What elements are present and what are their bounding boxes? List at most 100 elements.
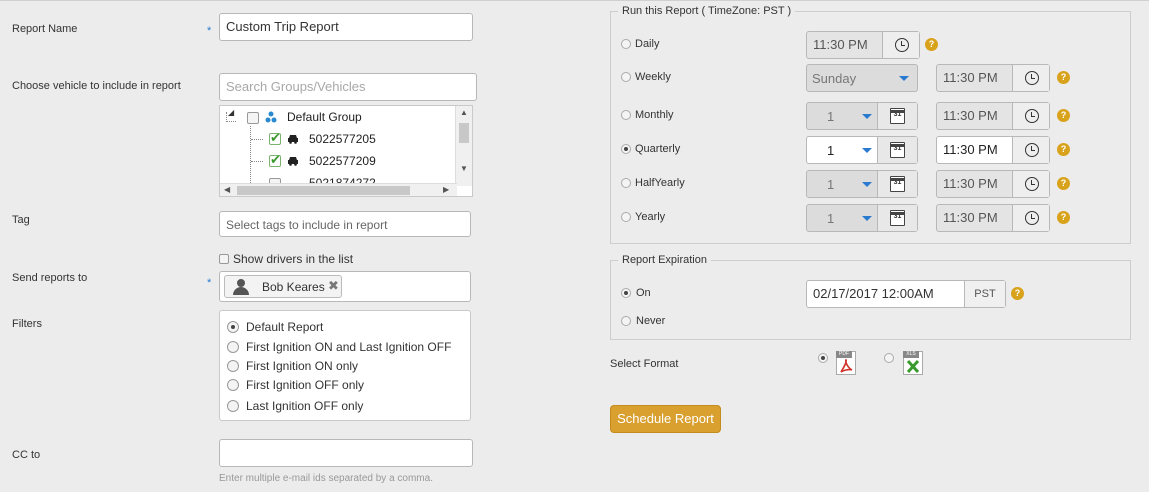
- yearly-day-select[interactable]: 1 31: [806, 204, 918, 232]
- chevron-down-icon: [862, 148, 872, 153]
- cc-input[interactable]: [219, 439, 473, 467]
- scroll-thumb[interactable]: [459, 123, 469, 143]
- daily-radio[interactable]: [621, 39, 631, 49]
- filter-radio[interactable]: [227, 341, 239, 353]
- yearly-label[interactable]: Yearly: [635, 211, 665, 223]
- select-format-label: Select Format: [610, 358, 679, 370]
- halfyearly-day-select[interactable]: 1 31: [806, 170, 918, 198]
- scroll-right-icon[interactable]: ▶: [443, 185, 449, 194]
- remove-chip-icon[interactable]: ✖: [328, 278, 339, 294]
- expiration-never-radio[interactable]: [621, 316, 631, 326]
- schedule-report-button[interactable]: Schedule Report: [610, 405, 721, 433]
- halfyearly-radio[interactable]: [621, 178, 631, 188]
- expiration-date-input[interactable]: 02/17/2017 12:00AM PST: [806, 280, 1006, 308]
- show-drivers-checkbox[interactable]: [219, 254, 229, 264]
- filter-option[interactable]: First Ignition ON and Last Ignition OFF: [246, 340, 451, 354]
- tree-collapse-icon[interactable]: ◢: [228, 108, 234, 117]
- clock-icon: [895, 38, 909, 52]
- help-icon[interactable]: ?: [1057, 109, 1070, 122]
- clock-button[interactable]: [882, 32, 919, 58]
- scroll-thumb[interactable]: [237, 186, 410, 195]
- weekly-time-input[interactable]: 11:30 PM: [936, 64, 1050, 92]
- yearly-radio[interactable]: [621, 212, 631, 222]
- calendar-button[interactable]: 31: [877, 103, 917, 129]
- tree-connector: [251, 139, 263, 140]
- timezone-button[interactable]: PST: [964, 281, 1005, 307]
- vehicle-tree[interactable]: ◢ Default Group 5022577205 5022577209 50…: [219, 105, 473, 197]
- recipient-chip[interactable]: Bob Keares ✖: [224, 275, 342, 298]
- group-icon: [265, 111, 277, 123]
- help-icon[interactable]: ?: [1057, 71, 1070, 84]
- group-checkbox[interactable]: [247, 112, 259, 124]
- filter-radio[interactable]: [227, 321, 239, 333]
- scroll-up-icon[interactable]: ▲: [460, 108, 468, 117]
- expiration-on-radio[interactable]: [621, 288, 631, 298]
- halfyearly-time-input[interactable]: 11:30 PM: [936, 170, 1050, 198]
- filter-radio[interactable]: [227, 400, 239, 412]
- daily-time-input[interactable]: 11:30 PM: [806, 31, 920, 59]
- filter-radio[interactable]: [227, 379, 239, 391]
- report-name-label: Report Name: [12, 23, 78, 35]
- filter-radio[interactable]: [227, 360, 239, 372]
- clock-icon: [1025, 211, 1039, 225]
- monthly-label[interactable]: Monthly: [635, 109, 674, 121]
- yearly-time-input[interactable]: 11:30 PM: [936, 204, 1050, 232]
- filter-option[interactable]: First Ignition OFF only: [246, 378, 364, 392]
- filter-option[interactable]: Last Ignition OFF only: [246, 399, 363, 413]
- help-icon[interactable]: ?: [1057, 177, 1070, 190]
- scroll-left-icon[interactable]: ◀: [224, 185, 230, 194]
- weekly-day-select[interactable]: Sunday: [806, 64, 918, 92]
- tag-label: Tag: [12, 214, 30, 226]
- weekly-radio[interactable]: [621, 72, 631, 82]
- scroll-down-icon[interactable]: ▼: [460, 164, 468, 173]
- calendar-button[interactable]: 31: [877, 205, 917, 231]
- xls-icon[interactable]: XLS: [903, 351, 923, 375]
- quarterly-day-select[interactable]: 1 31: [806, 136, 918, 164]
- tree-horizontal-scrollbar[interactable]: ◀ ▶: [220, 183, 457, 196]
- tree-vehicle-label[interactable]: 5022577205: [309, 129, 376, 149]
- filter-option[interactable]: First Ignition ON only: [246, 359, 358, 373]
- vehicle-checkbox[interactable]: [269, 152, 281, 168]
- calendar-button[interactable]: 31: [877, 171, 917, 197]
- calendar-button[interactable]: 31: [877, 137, 917, 163]
- filter-option[interactable]: Default Report: [246, 320, 323, 334]
- tree-group-label[interactable]: Default Group: [287, 107, 362, 127]
- quarterly-radio[interactable]: [621, 144, 631, 154]
- format-pdf-radio[interactable]: [818, 353, 828, 363]
- report-name-input[interactable]: Custom Trip Report: [219, 13, 473, 41]
- clock-icon: [1025, 143, 1039, 157]
- chevron-down-icon: [862, 182, 872, 187]
- help-icon[interactable]: ?: [925, 38, 938, 51]
- tag-select[interactable]: Select tags to include in report: [219, 211, 471, 237]
- clock-button[interactable]: [1012, 65, 1049, 91]
- weekly-label[interactable]: Weekly: [635, 71, 671, 83]
- send-reports-label: Send reports to: [12, 272, 88, 284]
- pdf-icon[interactable]: PDF: [836, 351, 856, 375]
- show-drivers-label[interactable]: Show drivers in the list: [233, 252, 353, 266]
- quarterly-time-input[interactable]: 11:30 PM: [936, 136, 1050, 164]
- help-icon[interactable]: ?: [1011, 287, 1024, 300]
- format-xls-radio[interactable]: [884, 353, 894, 363]
- vehicle-search-input[interactable]: Search Groups/Vehicles: [219, 73, 477, 101]
- clock-button[interactable]: [1012, 171, 1049, 197]
- daily-label[interactable]: Daily: [635, 38, 659, 50]
- car-icon: [288, 135, 298, 144]
- tree-vehicle-label[interactable]: 5022577209: [309, 151, 376, 171]
- expiration-never-label[interactable]: Never: [636, 315, 665, 327]
- halfyearly-label[interactable]: HalfYearly: [635, 177, 685, 189]
- chevron-down-icon: [862, 216, 872, 221]
- clock-button[interactable]: [1012, 103, 1049, 129]
- expiration-on-label[interactable]: On: [636, 287, 651, 299]
- chevron-down-icon: [862, 114, 872, 119]
- help-icon[interactable]: ?: [1057, 211, 1070, 224]
- monthly-radio[interactable]: [621, 110, 631, 120]
- vehicle-checkbox[interactable]: [269, 130, 281, 146]
- monthly-day-select[interactable]: 1 31: [806, 102, 918, 130]
- clock-button[interactable]: [1012, 137, 1049, 163]
- car-icon: [288, 157, 298, 166]
- tree-vertical-scrollbar[interactable]: ▲ ▼: [455, 106, 472, 186]
- monthly-time-input[interactable]: 11:30 PM: [936, 102, 1050, 130]
- quarterly-label[interactable]: Quarterly: [635, 143, 680, 155]
- help-icon[interactable]: ?: [1057, 143, 1070, 156]
- clock-button[interactable]: [1012, 205, 1049, 231]
